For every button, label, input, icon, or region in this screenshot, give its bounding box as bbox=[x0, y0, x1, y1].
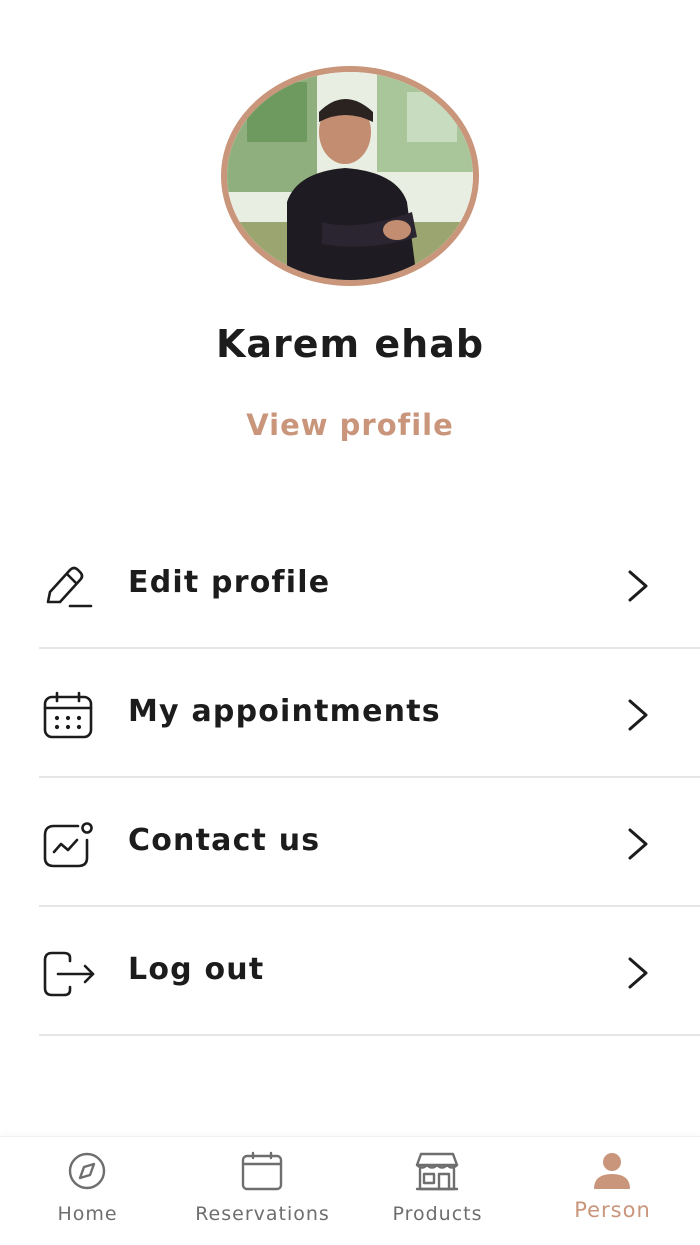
pencil-icon bbox=[40, 562, 96, 612]
nav-item-home[interactable]: Home bbox=[0, 1137, 175, 1245]
chart-notification-icon bbox=[40, 820, 96, 870]
chevron-right-icon bbox=[620, 568, 656, 604]
chevron-right-icon bbox=[620, 697, 656, 733]
nav-item-label: Reservations bbox=[195, 1203, 330, 1225]
nav-item-label: Home bbox=[57, 1203, 118, 1225]
nav-item-label: Products bbox=[392, 1203, 483, 1225]
nav-item-products[interactable]: Products bbox=[350, 1137, 525, 1245]
view-profile-link[interactable]: View profile bbox=[0, 408, 700, 442]
nav-item-reservations[interactable]: Reservations bbox=[175, 1137, 350, 1245]
bottom-navigation: Home Reservations Products Person bbox=[0, 1136, 700, 1245]
logout-icon bbox=[40, 949, 96, 999]
nav-item-label: Person bbox=[574, 1198, 651, 1222]
menu-item-label: Edit profile bbox=[128, 565, 331, 600]
calendar-icon bbox=[240, 1151, 284, 1191]
menu-item-contact-us[interactable]: Contact us bbox=[0, 778, 700, 907]
menu-item-log-out[interactable]: Log out bbox=[0, 907, 700, 1036]
person-icon bbox=[590, 1151, 634, 1191]
menu-item-label: Contact us bbox=[128, 823, 321, 858]
menu-item-my-appointments[interactable]: My appointments bbox=[0, 649, 700, 778]
nav-item-person[interactable]: Person bbox=[525, 1137, 700, 1245]
profile-menu: Edit profile My appointments Contact us … bbox=[0, 520, 700, 1036]
chevron-right-icon bbox=[620, 826, 656, 862]
calendar-icon bbox=[40, 691, 96, 741]
profile-avatar[interactable] bbox=[221, 66, 479, 286]
compass-icon bbox=[65, 1151, 109, 1191]
menu-item-edit-profile[interactable]: Edit profile bbox=[0, 520, 700, 649]
menu-item-label: My appointments bbox=[128, 694, 441, 729]
profile-name: Karem ehab bbox=[215, 322, 485, 366]
menu-item-label: Log out bbox=[128, 952, 265, 987]
chevron-right-icon bbox=[620, 955, 656, 991]
store-icon bbox=[415, 1151, 459, 1191]
